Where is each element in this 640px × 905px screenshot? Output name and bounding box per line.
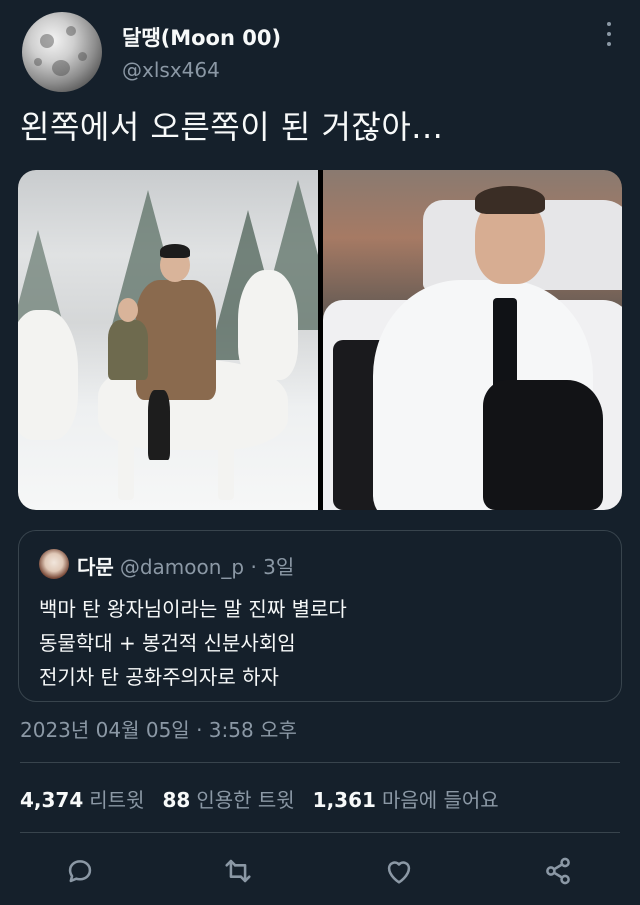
quoted-author-meta: @damoon_p · 3일 <box>119 555 295 579</box>
tweet-media[interactable] <box>18 170 622 510</box>
tweet-stats: 4,374 리트윗 88 인용한 트윗 1,361 마음에 들어요 <box>20 784 517 813</box>
tweet-text: 왼쪽에서 오른쪽이 된 거잖아... <box>20 108 444 146</box>
media-image-left[interactable] <box>18 170 318 510</box>
more-vertical-icon[interactable] <box>606 22 612 48</box>
tweet-timestamp[interactable]: 2023년 04월 05일 · 3:58 오후 <box>20 714 297 743</box>
like-label[interactable]: 마음에 들어요 <box>382 788 499 812</box>
quoted-text-line: 백마 탄 왕자님이라는 말 진짜 별로다 <box>39 597 347 621</box>
quoted-text-line: 전기차 탄 공화주의자로 하자 <box>39 665 279 689</box>
heart-icon[interactable] <box>382 854 416 888</box>
quoted-tweet-header: 다문 @damoon_p · 3일 <box>77 551 294 580</box>
author-handle[interactable]: @xlsx464 <box>122 58 220 82</box>
divider <box>20 832 620 833</box>
quoted-author-avatar[interactable] <box>39 549 69 579</box>
retweet-icon[interactable] <box>221 854 255 888</box>
like-count[interactable]: 1,361 <box>313 788 376 812</box>
tweet-header: 달땡(Moon 00) @xlsx464 <box>22 12 622 92</box>
retweet-label[interactable]: 리트윗 <box>89 788 144 812</box>
reply-icon[interactable] <box>63 854 97 888</box>
tweet-actions <box>0 848 640 896</box>
divider <box>20 762 620 763</box>
retweet-count[interactable]: 4,374 <box>20 788 83 812</box>
quoted-author-name[interactable]: 다문 <box>77 555 114 579</box>
media-image-right[interactable] <box>323 170 622 510</box>
author-avatar[interactable] <box>22 12 102 92</box>
quote-label[interactable]: 인용한 트윗 <box>196 788 294 812</box>
author-name[interactable]: 달땡(Moon 00) <box>122 22 281 52</box>
quoted-tweet[interactable]: 다문 @damoon_p · 3일 백마 탄 왕자님이라는 말 진짜 별로다 동물… <box>18 530 622 702</box>
quote-count[interactable]: 88 <box>162 788 190 812</box>
quoted-text-line: 동물학대 + 봉건적 신분사회임 <box>39 631 296 655</box>
share-icon[interactable] <box>541 854 575 888</box>
